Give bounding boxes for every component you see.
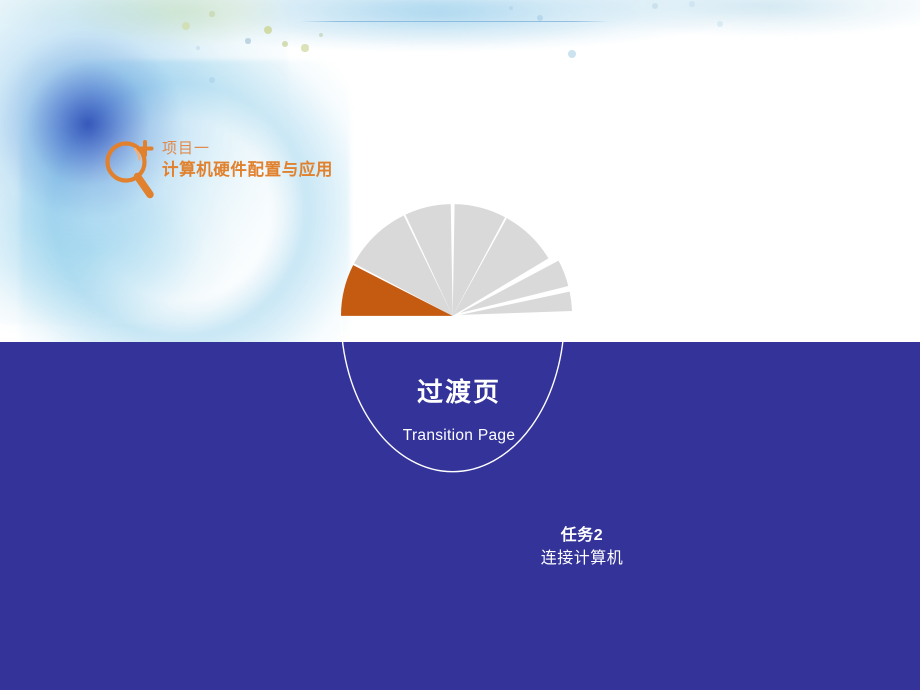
- speckle-dot: [209, 77, 215, 83]
- speckle-dot: [717, 21, 723, 27]
- magnifier-handle-icon: [133, 172, 154, 199]
- speckle-dot: [209, 11, 215, 17]
- project-header-text: 项目一 计算机硬件配置与应用: [162, 141, 333, 179]
- watercolor-green-tint: [70, 0, 340, 72]
- task-name: 连接计算机: [540, 550, 624, 568]
- watercolor-cyan-ring: [20, 60, 350, 360]
- speckle-dot: [318, 32, 324, 38]
- speckle-dot: [651, 2, 659, 10]
- watercolor-top-wash: [0, 0, 920, 78]
- magnifier-plus-icon: [105, 140, 154, 199]
- speckle-dot: [301, 44, 309, 52]
- transition-title-en: Transition Page: [402, 426, 516, 444]
- top-hairline-divider: [300, 21, 610, 22]
- slide-canvas: 项目一 计算机硬件配置与应用 过渡页 Transition Page 任务2 连…: [0, 0, 920, 690]
- speckle-dot: [181, 21, 191, 31]
- project-label: 项目一: [162, 140, 211, 157]
- speckle-dot: [196, 46, 200, 50]
- speckle-dot: [537, 15, 543, 21]
- speckle-dot: [264, 26, 272, 34]
- speckle-dot: [568, 50, 576, 58]
- task-label: 任务2: [560, 527, 604, 544]
- speckle-dot: [508, 5, 514, 11]
- project-header: 项目一 计算机硬件配置与应用: [104, 136, 434, 210]
- transition-title-cn: 过渡页: [416, 377, 501, 407]
- watercolor-right-mist: [600, 0, 920, 60]
- speckle-dot: [689, 1, 695, 7]
- project-title: 计算机硬件配置与应用: [162, 161, 333, 179]
- watercolor-mid-mist: [230, 0, 700, 70]
- transition-title-block: 过渡页 Transition Page: [330, 378, 588, 445]
- speckle-dot: [281, 40, 289, 48]
- fan-slice-group: [340, 204, 573, 316]
- task-caption-block: 任务2 连接计算机: [452, 524, 712, 570]
- speckle-dot: [245, 38, 251, 44]
